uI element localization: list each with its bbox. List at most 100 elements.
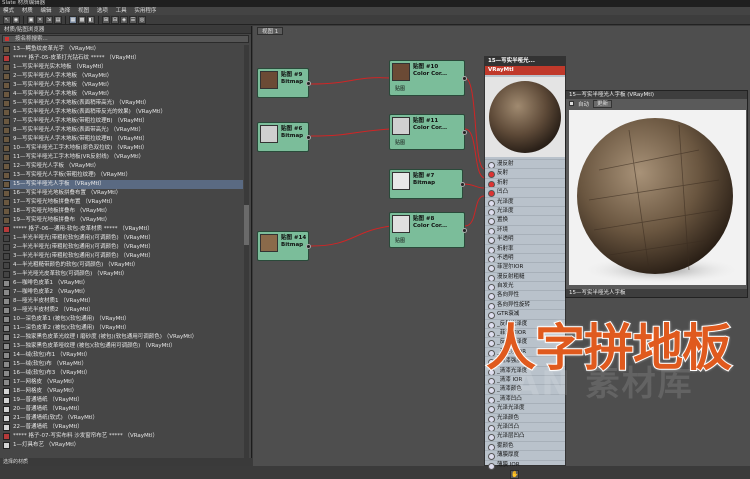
material-list-item[interactable]: 4—半光粗糙带颜色的软包(可调颜色) （VRayMtl） (3, 261, 243, 270)
scrollbar-thumb[interactable] (244, 205, 249, 245)
material-list-item[interactable]: 7—咖啡色皮革2 （VRayMtl） (3, 288, 243, 297)
select-by-material-icon[interactable]: ◎ (138, 15, 146, 24)
bitmap-node-7[interactable]: 贴图 #7 Bitmap (389, 169, 465, 199)
show-map-icon[interactable]: ▦ (69, 15, 77, 24)
node-port[interactable]: 贴图 (395, 139, 405, 146)
delete-icon[interactable]: ✕ (36, 15, 44, 24)
material-list-item[interactable]: 12—写实哑光人字板 （VRayMtl） (3, 162, 243, 171)
select-tool-icon[interactable]: ↖ (3, 15, 11, 24)
material-list-item[interactable]: 15—写实半哑光人字板 （VRayMtl） (3, 180, 243, 189)
show-background-icon[interactable]: ▩ (78, 15, 86, 24)
update-button[interactable]: 更新 (593, 99, 613, 108)
material-slot[interactable]: 折射 (485, 177, 565, 189)
material-slot[interactable]: 薄膜厚度 (485, 450, 565, 461)
material-list-item[interactable]: 10—深色皮革1 (被包)(软包通用) （VRayMtl） (3, 315, 243, 324)
material-slot[interactable]: 反射 (485, 168, 565, 179)
material-slot[interactable]: 光泽层凹凸 (485, 431, 565, 442)
color-correction-node-11[interactable]: 贴图 #11 Color Cor... 贴图 (389, 114, 467, 150)
material-list-item[interactable]: 2—写实半哑光人字木地板 （VRayMtl） (3, 72, 243, 81)
output-socket[interactable] (462, 130, 467, 135)
menu-utilities[interactable]: 实用程序 (134, 8, 156, 14)
material-list-item[interactable]: 13—写实哑光人字板(带粗拉纹理) （VRayMtl） (3, 171, 243, 180)
material-list-item[interactable]: 8—写实半哑光人字木地板(表面带高光) （VRayMtl） (3, 126, 243, 135)
material-slot[interactable]: 凹凸 (485, 187, 565, 198)
material-list-item[interactable]: 9—写实半哑光人字木地板(带粗拉纹理B) （VRayMtl） (3, 135, 243, 144)
material-list-item[interactable]: 14—绒(软包)布1 （VRayMtl） (3, 351, 243, 360)
material-slot[interactable]: 不透明 (485, 252, 565, 264)
material-list-item[interactable]: ***** 格子-07-写实布料 沙发窗帘布艺 ***** （VRayMtl） (3, 432, 243, 441)
color-correction-node-10[interactable]: 贴图 #10 Color Cor... 贴图 (389, 60, 467, 96)
material-slot[interactable]: 自发光 (485, 281, 565, 292)
browser-search-input[interactable]: 按名称搜索... (2, 35, 249, 43)
color-correction-node-8[interactable]: 贴图 #8 Color Cor... 贴图 (389, 212, 467, 248)
parameter-editor-icon[interactable]: ☰ (129, 15, 137, 24)
auto-checkbox[interactable] (569, 101, 574, 106)
material-list-item[interactable]: 3—写实半哑光人字木地板 （VRayMtl） (3, 81, 243, 90)
material-slot[interactable]: 雾颜色 (485, 440, 565, 452)
material-list-item[interactable]: 16—写实半哑光地板拼叠布置 （VRayMtl） (3, 189, 243, 198)
node-port[interactable]: 贴图 (395, 85, 405, 92)
material-slot[interactable]: 折射率 (485, 243, 565, 254)
material-list-item[interactable]: 3—半光半哑光(带粗粒软包通用)(可调颜色) （VRayMtl） (3, 252, 243, 261)
material-list-item[interactable]: 11—写实半哑光工字木地板(VR反射线) （VRayMtl） (3, 153, 243, 162)
material-list-item[interactable]: 1—写实半哑光实木地板 （VRayMtl） (3, 63, 243, 72)
material-list-item[interactable]: 1—半光半哑光(带粗粒软包通用)(可调颜色) （VRayMtl） (3, 234, 243, 243)
menu-options[interactable]: 选项 (97, 8, 108, 14)
material-list-item[interactable]: 19—写实哑光地板拼叠布 （VRayMtl） (3, 216, 243, 225)
material-slot[interactable]: 光泽度 (485, 196, 565, 207)
material-list-item[interactable]: 4—写实半哑光人字木地板 （VRayMtl） (3, 90, 243, 99)
output-socket[interactable] (462, 76, 467, 81)
material-list-item[interactable]: 13—独家黑色皮革哑纹理 (被包)(软包通用可调颜色) （VRayMtl） (3, 342, 243, 351)
material-slot[interactable]: 光泽颜色 (485, 412, 565, 423)
material-list-item[interactable]: 17—写实哑光地板拼叠布置 （VRayMtl） (3, 198, 243, 207)
material-list-item[interactable]: 6—咖啡色皮革1 （VRayMtl） (3, 279, 243, 288)
material-list-item[interactable]: 20—普通墙纸 （VRayMtl） (3, 405, 243, 414)
bitmap-node-6[interactable]: 贴图 #6 Bitmap (257, 122, 311, 152)
material-list-item[interactable]: 13—鳄鱼纹皮革光字 （VRayMtl） (3, 45, 243, 54)
material-slot[interactable]: 薄膜 IOR (485, 459, 565, 470)
menu-edit[interactable]: 编辑 (41, 8, 52, 14)
show-end-result-icon[interactable]: ◧ (87, 15, 95, 24)
material-list-item[interactable]: 16—绒(软包)布3 （VRayMtl） (3, 369, 243, 378)
material-slot[interactable]: 各向异性 (485, 290, 565, 301)
material-list-item[interactable]: 6—写实半哑光人字木地板(表面稍带反光的效果) （VRayMtl） (3, 108, 243, 117)
material-list-item[interactable]: 11—深色皮革2 (被包)(软包通用) （VRayMtl） (3, 324, 243, 333)
hide-unused-icon[interactable]: ▤ (54, 15, 62, 24)
output-socket[interactable] (306, 244, 311, 249)
material-list-item[interactable]: 12—独家黑色皮革光纹理 I 磨砂度 (被包)(软包通用可调颜色) （VRayM… (3, 333, 243, 342)
material-list-item[interactable]: 8—哑光半皮材质1 （VRayMtl） (3, 297, 243, 306)
output-socket[interactable] (306, 135, 311, 140)
menu-material[interactable]: 材质 (22, 8, 33, 14)
material-list-item[interactable]: 10—写实半哑光工字木地板(原色双拉纹) （VRayMtl） (3, 144, 243, 153)
material-slot[interactable]: 漫反射 (485, 159, 565, 170)
bitmap-node-14[interactable]: 贴图 #14 Bitmap (257, 231, 311, 261)
output-socket[interactable] (460, 182, 465, 187)
material-list-item[interactable]: 5—写实半哑光人字木地板(表面稍带高光) （VRayMtl） (3, 99, 243, 108)
material-slot[interactable]: 半透明 (485, 234, 565, 245)
material-list-item[interactable]: 18—网格皮 （VRayMtl） (3, 387, 243, 396)
material-slot[interactable]: 光泽度 (485, 205, 565, 217)
material-slot[interactable]: 光泽凹凸 (485, 421, 565, 433)
node-port[interactable]: 贴图 (395, 237, 405, 244)
material-list-item[interactable]: ***** 格子-06—通用-软包-皮革材质 ***** （VRayMtl） (3, 225, 243, 234)
bitmap-node-9[interactable]: 贴图 #9 Bitmap (257, 68, 311, 98)
material-list-item[interactable]: 5—半光哑光皮革软包(可调颜色) （VRayMtl） (3, 270, 243, 279)
material-list-item[interactable]: 18—写实哑光地板拼叠布 （VRayMtl） (3, 207, 243, 216)
menu-tools[interactable]: 工具 (116, 8, 127, 14)
assign-material-icon[interactable]: ▣ (27, 15, 35, 24)
material-editor-icon[interactable]: ◈ (120, 15, 128, 24)
material-list-item[interactable]: 19—普通墙纸 （VRayMtl） (3, 396, 243, 405)
material-list-item[interactable]: 17—网格皮 （VRayMtl） (3, 378, 243, 387)
material-slot[interactable]: 环境 (485, 224, 565, 236)
layout-all-icon[interactable]: ⊞ (102, 15, 110, 24)
material-list-item[interactable]: 15—绒(软包)布 （VRayMtl） (3, 360, 243, 369)
output-socket[interactable] (306, 81, 311, 86)
material-list-item[interactable]: 9—哑光半皮材质2 （VRayMtl） (3, 306, 243, 315)
menu-mode[interactable]: 模式 (3, 8, 14, 14)
material-list-item[interactable]: ***** 格子-05-皮革打光钻石纹 ***** （VRayMtl） (3, 54, 243, 63)
material-list-item[interactable]: 22—普通墙纸 （VRayMtl） (3, 423, 243, 432)
material-list-item[interactable]: 2—半光半哑光(带粗粒软包通用)(可调颜色) （VRayMtl） (3, 243, 243, 252)
browser-scrollbar[interactable] (244, 45, 249, 466)
material-slot[interactable]: 漫反射粗糙 (485, 271, 565, 283)
pick-material-icon[interactable]: ◉ (12, 15, 20, 24)
